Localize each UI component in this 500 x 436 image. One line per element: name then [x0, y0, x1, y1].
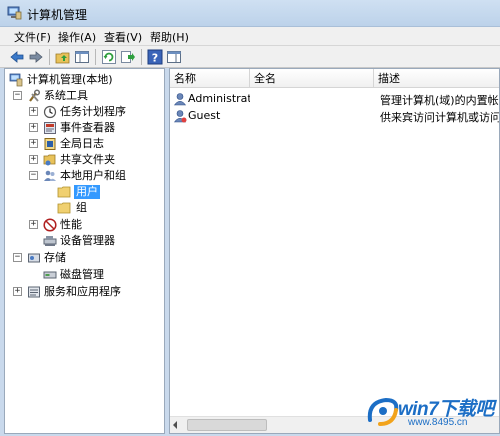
performance-icon [43, 218, 57, 232]
swirl-logo-icon [367, 397, 399, 426]
user-list-view: 名称 全名 描述 Administrat... 管理计算机(域)的内置帐户 Gu… [169, 68, 500, 434]
folder-icon [57, 186, 71, 198]
forward-arrow-icon[interactable] [28, 49, 44, 65]
tools-icon [29, 89, 41, 102]
services-icon [28, 286, 40, 298]
expand-toggle[interactable]: + [29, 123, 38, 132]
user-icon [173, 110, 187, 123]
svg-text:?: ? [152, 52, 158, 65]
tree-label: 计算机管理(本地) [27, 73, 113, 86]
toolbar-separator [141, 49, 142, 65]
user-description: 管理计算机(域)的内置帐户 [380, 94, 500, 107]
user-icon [173, 93, 187, 106]
show-hide-tree-icon[interactable] [74, 49, 90, 65]
scroll-left-icon[interactable] [173, 421, 177, 429]
folder-up-icon[interactable] [55, 49, 71, 65]
column-header-row: 名称 全名 描述 [170, 69, 499, 88]
collapse-toggle[interactable]: − [13, 91, 22, 100]
help-icon[interactable]: ? [147, 49, 163, 65]
expand-toggle[interactable]: + [13, 287, 22, 296]
properties-panel-icon[interactable] [166, 49, 182, 65]
tree-label: 事件查看器 [60, 121, 115, 134]
user-name: Guest [188, 109, 221, 122]
tree-label-selected: 用户 [74, 185, 100, 199]
menu-help[interactable]: 帮助(H) [150, 29, 189, 45]
tree-label: 设备管理器 [60, 234, 115, 247]
menu-action[interactable]: 操作(A) [58, 29, 96, 45]
tree-label: 服务和应用程序 [44, 285, 121, 298]
list-item[interactable]: Guest 供来宾访问计算机或访问域 [170, 107, 500, 125]
event-viewer-icon [44, 122, 56, 134]
menu-file[interactable]: 文件(F) [14, 29, 51, 45]
expand-toggle[interactable]: + [29, 220, 38, 229]
column-header-description[interactable]: 描述 [374, 69, 499, 88]
expand-toggle[interactable]: + [29, 139, 38, 148]
refresh-icon[interactable] [101, 49, 117, 65]
disk-icon [43, 271, 57, 279]
device-manager-icon [43, 236, 57, 246]
back-arrow-icon[interactable] [9, 49, 25, 65]
list-item[interactable]: Administrat... 管理计算机(域)的内置帐户 [170, 90, 500, 108]
user-description: 供来宾访问计算机或访问域 [380, 111, 500, 124]
tree-label: 组 [76, 201, 87, 214]
toolbar: ? [0, 46, 500, 68]
tree-label: 性能 [60, 218, 82, 231]
tree-label: 系统工具 [44, 89, 88, 102]
tree-label: 磁盘管理 [60, 268, 104, 281]
column-header-name[interactable]: 名称 [170, 69, 250, 88]
window-title: 计算机管理 [27, 8, 88, 22]
export-list-icon[interactable] [120, 49, 136, 65]
tree-label: 本地用户和组 [60, 169, 126, 182]
shared-folder-icon [43, 154, 56, 166]
tree-label: 任务计划程序 [60, 105, 126, 118]
console-tree: 计算机管理(本地) − 系统工具 + 任务计划程序 + 事件查看器 + 全局日志… [4, 68, 165, 434]
menu-view[interactable]: 查看(V) [104, 29, 142, 45]
computer-management-icon [7, 6, 22, 20]
storage-icon [28, 253, 40, 263]
column-header-fullname[interactable]: 全名 [250, 69, 374, 88]
tree-label: 全局日志 [60, 137, 104, 150]
watermark: win7下载吧 www.8495.cn [364, 390, 494, 432]
user-name: Administrat... [188, 92, 250, 105]
expand-toggle[interactable]: + [29, 107, 38, 116]
collapse-toggle[interactable]: − [13, 253, 22, 262]
menu-bar: 文件(F) 操作(A) 查看(V) 帮助(H) [0, 27, 500, 46]
title-bar: 计算机管理 [0, 0, 500, 27]
expand-toggle[interactable]: + [29, 155, 38, 164]
folder-icon [57, 202, 71, 214]
clock-icon [43, 105, 57, 119]
users-group-icon [44, 170, 56, 181]
scroll-thumb[interactable] [187, 419, 267, 431]
tree-label: 存储 [44, 251, 66, 264]
tree-label: 共享文件夹 [60, 153, 115, 166]
computer-management-icon [9, 73, 23, 87]
watermark-url: www.8495.cn [408, 417, 468, 428]
toolbar-separator [95, 49, 96, 65]
toolbar-separator [49, 49, 50, 65]
log-icon [44, 138, 56, 150]
collapse-toggle[interactable]: − [29, 171, 38, 180]
